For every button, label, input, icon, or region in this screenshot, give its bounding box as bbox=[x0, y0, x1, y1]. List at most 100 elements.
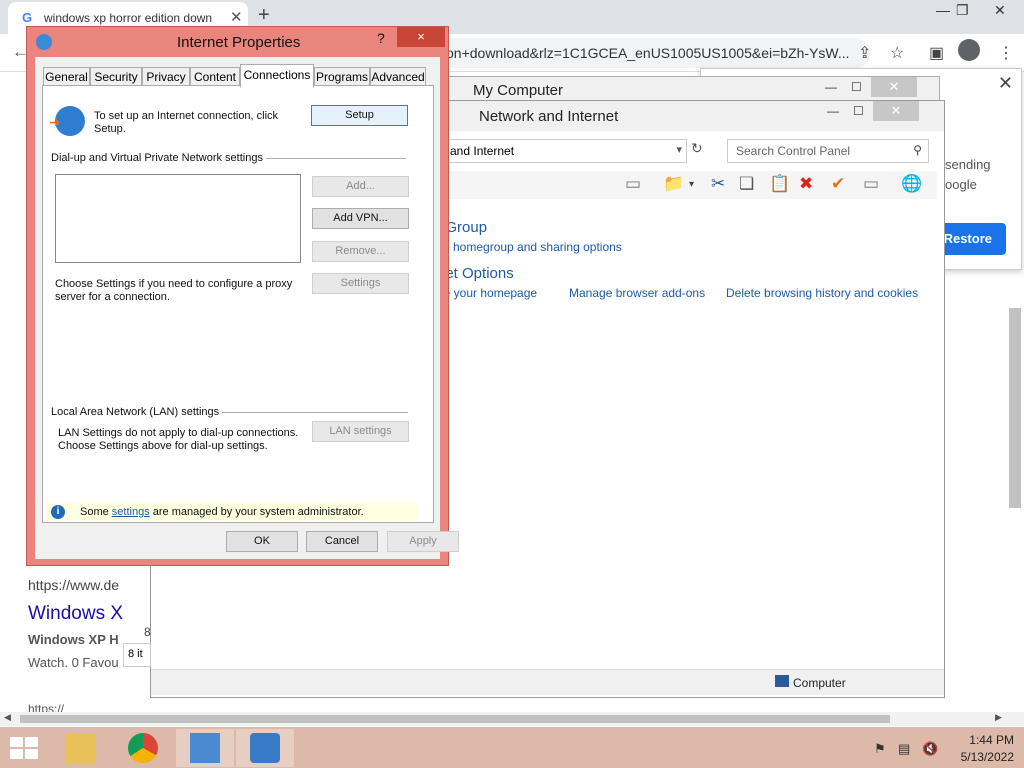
dialup-header: Dial-up and Virtual Private Network sett… bbox=[51, 152, 263, 164]
dialog-close-button[interactable]: × bbox=[397, 27, 445, 47]
properties-icon[interactable]: ▭ bbox=[863, 174, 879, 194]
ok-button[interactable]: OK bbox=[226, 531, 298, 552]
system-clock[interactable]: 1:44 PM 5/13/2022 bbox=[944, 732, 1014, 766]
tab-title: windows xp horror edition down bbox=[44, 11, 213, 25]
horizontal-scrollbar-thumb[interactable] bbox=[20, 715, 890, 723]
taskbar-control-panel[interactable] bbox=[176, 729, 234, 767]
result-snippet: Watch. 0 Favou bbox=[28, 655, 119, 670]
restore-button[interactable]: Restore bbox=[936, 223, 1006, 255]
connections-listbox[interactable] bbox=[55, 174, 301, 263]
lan-header: Local Area Network (LAN) settings bbox=[51, 406, 220, 418]
menu-kebab-icon[interactable]: ⋮ bbox=[998, 43, 1014, 63]
my-computer-title: My Computer bbox=[473, 82, 564, 99]
search-icon[interactable]: ⚲ bbox=[913, 143, 922, 157]
close-icon[interactable]: ✕ bbox=[873, 101, 919, 121]
homegroup-sharing-link[interactable]: se homegroup and sharing options bbox=[437, 240, 622, 254]
result-title-link[interactable]: Windows X bbox=[28, 603, 126, 625]
info-icon: i bbox=[51, 505, 65, 519]
result-bold-line: Windows XP H bbox=[28, 632, 119, 647]
delete-icon[interactable]: ✖ bbox=[799, 174, 813, 194]
info-suffix: are managed by your system administrator… bbox=[149, 506, 364, 518]
setup-text-line-1: To set up an Internet connection, click bbox=[94, 110, 279, 122]
minimize-icon[interactable]: — bbox=[825, 80, 837, 94]
cut-icon[interactable]: ✂ bbox=[711, 174, 725, 194]
add-vpn-button[interactable]: Add VPN... bbox=[312, 208, 409, 229]
url-text: on+download&rlz=1C1GCEA_enUS1005US1005&e… bbox=[446, 45, 850, 61]
scroll-left-icon[interactable]: ◀ bbox=[4, 712, 11, 723]
horizontal-scrollbar[interactable]: ◀ ▶ bbox=[0, 712, 1024, 726]
maximize-icon[interactable]: ☐ bbox=[851, 80, 862, 94]
close-window-icon[interactable]: ✕ bbox=[994, 2, 1006, 19]
explorer-toolbar: ▭ 📁 ▾ ✂ ❏ 📋 ✖ ✔ ▭ 🌐 bbox=[447, 171, 937, 199]
admin-info-bar: i Some settings are managed by your syst… bbox=[45, 503, 417, 521]
tab-content[interactable]: Content bbox=[190, 67, 240, 87]
tab-programs[interactable]: Programs bbox=[314, 67, 370, 87]
help-button[interactable]: ? bbox=[377, 30, 385, 46]
apply-button[interactable]: Apply bbox=[387, 531, 459, 552]
result-url: https://www.de bbox=[28, 577, 120, 593]
minimize-icon[interactable]: — bbox=[827, 104, 839, 118]
vertical-scrollbar-thumb[interactable] bbox=[1009, 308, 1021, 508]
remove-button[interactable]: Remove... bbox=[312, 241, 409, 262]
minimize-icon[interactable]: — bbox=[936, 2, 950, 18]
profile-avatar[interactable] bbox=[958, 39, 980, 61]
internet-options-icon bbox=[250, 733, 280, 763]
refresh-icon[interactable]: ↻ bbox=[691, 140, 703, 157]
address-text: and Internet bbox=[450, 144, 515, 158]
taskbar-file-explorer[interactable] bbox=[52, 729, 110, 767]
scroll-right-icon[interactable]: ▶ bbox=[995, 712, 1002, 723]
globe-icon[interactable]: 🌐 bbox=[901, 174, 922, 194]
dialog-title: Internet Properties bbox=[177, 34, 301, 51]
setup-button[interactable]: Setup bbox=[311, 105, 408, 126]
info-prefix: Some bbox=[80, 506, 112, 518]
delete-history-link[interactable]: Delete browsing history and cookies bbox=[726, 286, 918, 300]
address-field[interactable]: and Internet ▾ bbox=[447, 139, 687, 163]
settings-button[interactable]: Settings bbox=[312, 273, 409, 294]
change-homepage-link[interactable]: ge your homepage bbox=[437, 286, 537, 300]
manage-addons-link[interactable]: Manage browser add-ons bbox=[569, 286, 705, 300]
popup-close-icon[interactable]: ✕ bbox=[998, 73, 1013, 94]
preview-pane-icon[interactable]: ▭ bbox=[625, 174, 641, 194]
connections-panel: ➔ To set up an Internet connection, clic… bbox=[42, 85, 434, 523]
action-center-icon[interactable]: ⚑ bbox=[874, 741, 886, 757]
restore-window-icon[interactable]: ❐ bbox=[956, 2, 969, 19]
share-icon[interactable]: ⇪ bbox=[858, 43, 871, 63]
dialog-body: General Security Privacy Content Connect… bbox=[35, 57, 459, 559]
info-text: Some settings are managed by your system… bbox=[80, 506, 364, 518]
setup-text-line-2: Setup. bbox=[94, 123, 126, 135]
network-icon[interactable]: ▤ bbox=[898, 741, 910, 757]
folder-icon[interactable]: 📁 bbox=[663, 174, 684, 194]
tab-close-icon[interactable]: ✕ bbox=[230, 8, 243, 26]
new-tab-button[interactable]: + bbox=[258, 4, 270, 27]
paste-icon[interactable]: 📋 bbox=[769, 174, 790, 194]
side-panel-icon[interactable]: ▣ bbox=[929, 43, 944, 63]
bookmark-star-icon[interactable]: ☆ bbox=[890, 43, 904, 63]
add-button[interactable]: Add... bbox=[312, 176, 409, 197]
chevron-down-icon[interactable]: ▾ bbox=[689, 179, 694, 190]
tab-connections[interactable]: Connections bbox=[240, 64, 314, 88]
checkmark-icon[interactable]: ✔ bbox=[831, 174, 845, 194]
tab-general[interactable]: General bbox=[43, 67, 90, 87]
tab-advanced[interactable]: Advanced bbox=[370, 67, 426, 87]
maximize-icon[interactable]: ☐ bbox=[853, 104, 864, 118]
computer-icon bbox=[775, 675, 789, 687]
proxy-text-line-2: server for a connection. bbox=[55, 291, 170, 303]
taskbar-chrome[interactable] bbox=[114, 729, 172, 767]
tab-privacy[interactable]: Privacy bbox=[142, 67, 190, 87]
popup-text-line-2: oogle bbox=[945, 177, 977, 192]
group-divider bbox=[266, 158, 406, 159]
lan-text-line-2: Choose Settings above for dial-up settin… bbox=[58, 440, 268, 452]
copy-icon[interactable]: ❏ bbox=[739, 174, 754, 194]
settings-link[interactable]: settings bbox=[112, 506, 150, 518]
volume-muted-icon[interactable]: 🔇 bbox=[922, 741, 938, 757]
items-count: 8 it bbox=[123, 643, 151, 667]
tab-security[interactable]: Security bbox=[90, 67, 142, 87]
cancel-button[interactable]: Cancel bbox=[306, 531, 378, 552]
taskbar-internet-options[interactable] bbox=[236, 729, 294, 767]
close-icon[interactable]: ✕ bbox=[871, 77, 917, 97]
search-control-panel-input[interactable]: Search Control Panel ⚲ bbox=[727, 139, 929, 163]
chevron-down-icon[interactable]: ▾ bbox=[676, 143, 682, 156]
start-button[interactable] bbox=[10, 737, 38, 759]
lan-settings-button[interactable]: LAN settings bbox=[312, 421, 409, 442]
proxy-text-line-1: Choose Settings if you need to configure… bbox=[55, 278, 293, 290]
